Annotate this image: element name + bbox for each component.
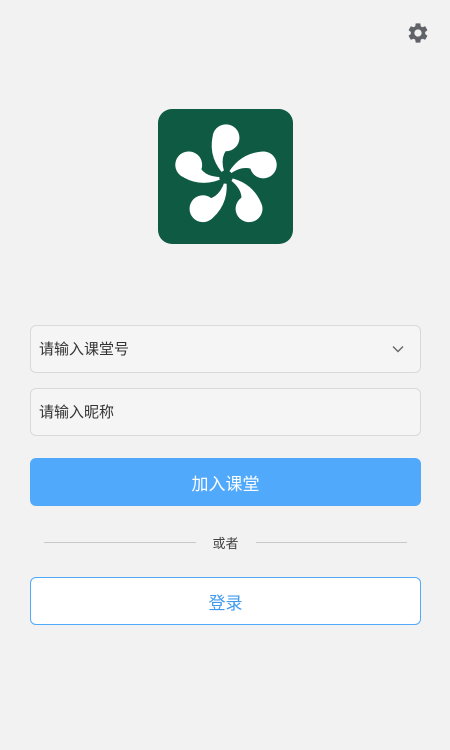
gear-icon <box>408 23 428 43</box>
chevron-down-icon <box>392 346 404 353</box>
or-divider: 或者 <box>44 530 408 554</box>
join-class-button[interactable]: 加入课堂 <box>30 458 421 506</box>
join-class-screen: 加入课堂 或者 登录 <box>0 0 450 750</box>
class-code-field <box>30 325 421 373</box>
nickname-input[interactable] <box>39 403 408 421</box>
pinwheel-logo-icon <box>174 123 277 222</box>
divider-line-left <box>44 541 196 543</box>
settings-button[interactable] <box>403 18 433 48</box>
divider-line-right <box>255 541 408 543</box>
class-code-dropdown-button[interactable] <box>388 339 408 359</box>
login-button[interactable]: 登录 <box>30 577 421 625</box>
nickname-field <box>30 388 421 436</box>
divider-text: 或者 <box>212 536 239 552</box>
class-code-input[interactable] <box>39 340 388 358</box>
app-logo <box>158 109 293 244</box>
